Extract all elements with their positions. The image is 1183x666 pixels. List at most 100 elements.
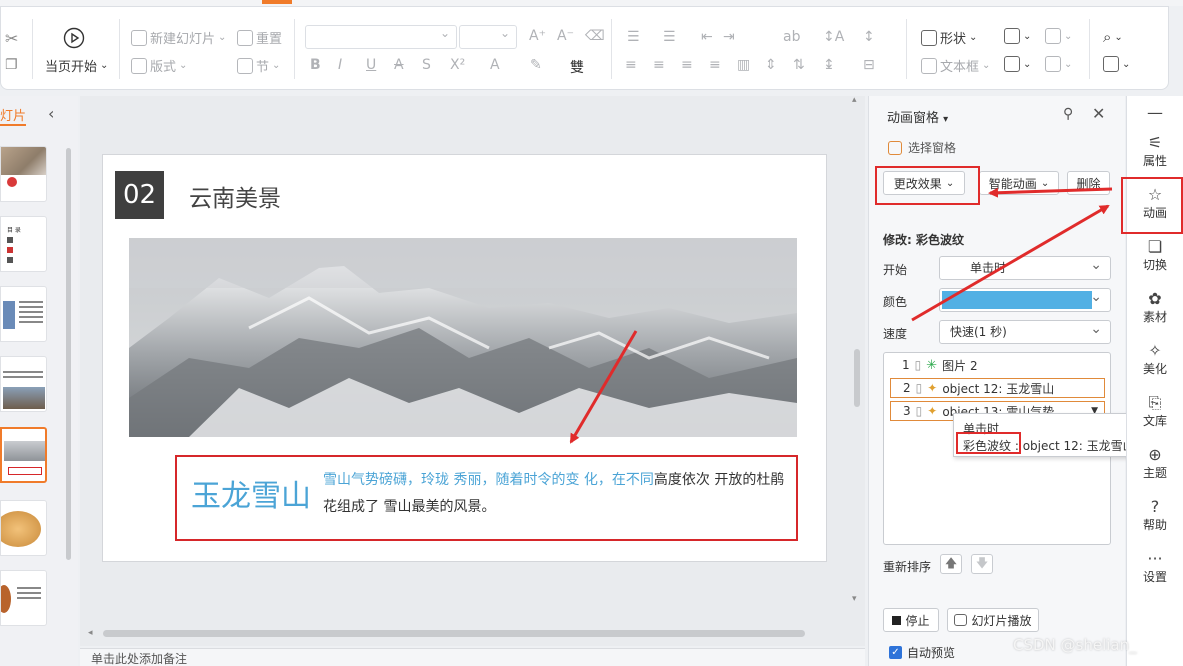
rail-library[interactable]: ⎘ 文库 xyxy=(1128,394,1182,429)
picture-button[interactable]: ⌄ xyxy=(1004,28,1031,44)
rail-material[interactable]: ✿ 素材 xyxy=(1128,290,1182,325)
justify-icon[interactable]: ≡ xyxy=(709,57,721,73)
cut-icon[interactable]: ✂ xyxy=(5,29,18,48)
animation-item-1[interactable]: 1 ▯ ✳ 图片 2 xyxy=(890,355,1105,375)
slideshow-button[interactable]: 幻灯片播放 xyxy=(947,608,1039,632)
align-text-icon[interactable]: ⊟ xyxy=(863,57,875,73)
close-icon[interactable]: ✕ xyxy=(1092,104,1105,123)
auto-preview-checkbox[interactable]: ✓ 自动预览 xyxy=(889,644,955,661)
bullets-icon[interactable]: ☰ xyxy=(627,29,640,45)
text-block[interactable]: 玉龙雪山 雪山气势磅礴，玲珑 秀丽，随着时令的变 化，在不同高度依次 开放的杜鹃… xyxy=(175,455,798,541)
rail-settings[interactable]: ··· 设置 xyxy=(1128,550,1182,585)
speed-label: 速度 xyxy=(883,327,908,341)
numbering-icon[interactable]: ☰ xyxy=(663,29,676,45)
outline-button[interactable]: ⌄ xyxy=(1045,56,1072,72)
column-icon[interactable]: ⇕ xyxy=(765,57,777,73)
rail-help[interactable]: ? 帮助 xyxy=(1128,498,1182,533)
description-highlight: 雪山气势磅礴，玲珑 秀丽，随着时令的变 化，在不同 xyxy=(323,472,654,488)
copy-icon[interactable]: ❐ xyxy=(5,57,18,73)
magic-wand-icon: ✧ xyxy=(1148,341,1162,360)
animation-pane-title[interactable]: 动画窗格 ▾ xyxy=(887,107,948,126)
underline-icon[interactable]: U xyxy=(366,57,376,73)
bold-icon[interactable]: B xyxy=(310,57,321,73)
mouse-icon: ▯ xyxy=(915,404,923,418)
start-dropdown[interactable]: 单击时 xyxy=(939,254,1111,280)
speed-dropdown[interactable]: 快速(1 秒) xyxy=(939,318,1111,344)
italic-icon[interactable]: I xyxy=(338,57,342,73)
slide-thumbnail-1[interactable] xyxy=(0,146,47,202)
align-right-icon[interactable]: ≡ xyxy=(681,57,693,73)
line-spacing-icon[interactable]: ↕ xyxy=(863,29,875,45)
align-left-icon[interactable]: ≡ xyxy=(625,57,637,73)
decrease-indent-icon[interactable]: ⇤ xyxy=(701,29,713,45)
reset-button[interactable]: 重置 xyxy=(237,28,282,47)
color-label: 颜色 xyxy=(883,295,908,309)
sort-icon[interactable]: ↕A xyxy=(823,29,844,45)
font-shrink-icon[interactable]: A⁻ xyxy=(557,28,574,44)
notes-area[interactable]: 单击此处添加备注 xyxy=(80,648,865,666)
delete-button[interactable]: 删除 xyxy=(1067,171,1110,195)
color-dropdown[interactable] xyxy=(939,286,1111,312)
move-up-icon[interactable]: 🡅 xyxy=(940,554,962,574)
select-icon xyxy=(1103,56,1119,72)
font-color-icon[interactable]: A xyxy=(490,57,500,73)
play-from-current-button[interactable]: 当页开始 ⌄ xyxy=(45,56,108,75)
distribute-icon[interactable]: ▥ xyxy=(737,57,750,73)
align-center-icon[interactable]: ≡ xyxy=(653,57,665,73)
collapse-rail-icon[interactable]: — xyxy=(1128,104,1182,122)
thumbnail-scrollbar[interactable] xyxy=(66,148,71,560)
slide-thumbnail-7[interactable] xyxy=(0,570,47,626)
new-slide-icon xyxy=(131,29,147,46)
layout-button[interactable]: 版式 ⌄ xyxy=(131,56,187,75)
section-button[interactable]: 节 ⌄ xyxy=(237,56,280,75)
new-slide-button[interactable]: 新建幻灯片 ⌄ xyxy=(131,28,226,47)
play-icon[interactable] xyxy=(63,27,85,49)
increase-indent-icon[interactable]: ⇥ xyxy=(723,29,735,45)
rail-theme[interactable]: ⊕ 主题 xyxy=(1128,446,1182,481)
strikethrough-icon[interactable]: A xyxy=(394,57,404,73)
shape-button[interactable]: 形状 ⌄ xyxy=(921,28,977,47)
font-size-select[interactable] xyxy=(459,25,517,49)
text-effect-icon[interactable]: ab xyxy=(783,29,800,45)
vertical-scrollbar[interactable] xyxy=(854,349,860,407)
selection-pane-link[interactable]: 选择窗格 xyxy=(888,139,956,156)
font-grow-icon[interactable]: A⁺ xyxy=(529,28,546,44)
yulong-title[interactable]: 玉龙雪山 xyxy=(191,471,311,515)
clear-format-icon[interactable]: ⌫ xyxy=(585,28,605,44)
slide-title[interactable]: 云南美景 xyxy=(189,179,281,213)
scroll-down-icon[interactable]: ▾ xyxy=(852,594,857,604)
slide-thumbnail-3[interactable] xyxy=(0,286,47,342)
annotation-box-animation xyxy=(1121,177,1183,234)
highlight-icon[interactable]: ✎ xyxy=(530,57,542,73)
textbox-button[interactable]: 文本框 ⌄ xyxy=(921,56,990,75)
slide-thumbnail-5-selected[interactable] xyxy=(0,427,47,483)
phonetic-icon[interactable]: 雙 xyxy=(570,57,584,77)
animation-item-2[interactable]: 2 ▯ ✦ object 12: 玉龙雪山 xyxy=(890,378,1105,398)
scroll-left-icon[interactable]: ◂ xyxy=(88,628,93,638)
move-down-icon[interactable]: 🡇 xyxy=(971,554,993,574)
shadow-icon[interactable]: S xyxy=(422,57,431,73)
text-direction-icon[interactable]: ⇅ xyxy=(793,57,805,73)
find-button[interactable]: ⌕ ⌄ xyxy=(1103,28,1123,46)
font-family-select[interactable] xyxy=(305,25,457,49)
slide-thumbnail-2[interactable]: 目 录 xyxy=(0,216,47,272)
rail-properties[interactable]: ⚟ 属性 xyxy=(1128,134,1182,169)
collapse-panel-icon[interactable]: ‹ xyxy=(48,104,54,123)
stop-button[interactable]: 停止 xyxy=(883,608,939,632)
slide: 02 云南美景 玉龙雪山 雪山气势磅礴，玲珑 秀丽，随着时令的变 化，在不同高度… xyxy=(102,154,827,562)
slide-thumbnail-6[interactable] xyxy=(0,500,47,556)
horizontal-scrollbar[interactable] xyxy=(103,630,805,637)
paragraph-spacing-icon[interactable]: ↨ xyxy=(823,57,835,73)
arrange-button[interactable]: ⌄ xyxy=(1004,56,1031,72)
superscript-icon[interactable]: X² xyxy=(450,57,465,73)
select-button[interactable]: ⌄ xyxy=(1103,56,1130,72)
rail-transition[interactable]: ❏ 切换 xyxy=(1128,238,1182,273)
scroll-up-icon[interactable]: ▴ xyxy=(852,95,857,105)
mountain-photo[interactable] xyxy=(129,238,797,437)
pin-icon[interactable]: ⚲ xyxy=(1063,106,1073,122)
fill-button[interactable]: ⌄ xyxy=(1045,28,1072,44)
smart-animation-button[interactable]: 智能动画 ⌄ xyxy=(979,171,1059,195)
description-text[interactable]: 雪山气势磅礴，玲珑 秀丽，随着时令的变 化，在不同高度依次 开放的杜鹃花组成了 … xyxy=(323,467,793,521)
rail-beautify[interactable]: ✧ 美化 xyxy=(1128,342,1182,377)
slide-thumbnail-4[interactable] xyxy=(0,356,47,412)
